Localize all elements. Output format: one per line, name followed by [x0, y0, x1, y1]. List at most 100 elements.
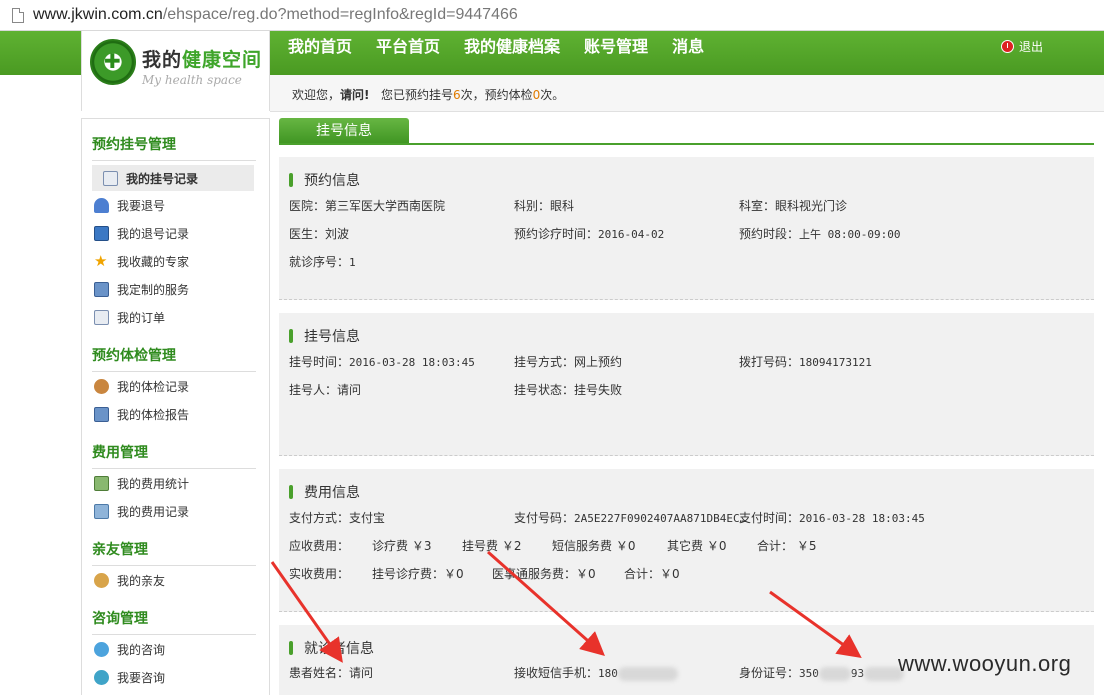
- sidebar-item-my-registrations[interactable]: 我的挂号记录: [92, 165, 254, 191]
- sidebar-group-exam: 预约体检管理: [92, 331, 256, 372]
- due-item: 短信服务费 ￥0: [552, 539, 636, 553]
- sidebar-item-label: 我收藏的专家: [117, 254, 190, 269]
- tab-underline: [279, 143, 1094, 145]
- welcome-text3: 次。: [540, 88, 565, 102]
- sidebar-item-label: 我的退号记录: [117, 226, 190, 241]
- reg-status-field: 挂号状态：挂号失败: [514, 383, 623, 397]
- welcome-text1: 您已预约挂号: [380, 88, 453, 102]
- edit-icon: [94, 309, 109, 325]
- star-icon: ★: [94, 251, 108, 270]
- sidebar-item-label: 我的体检报告: [117, 407, 190, 422]
- pay-no-field: 支付号码：2A5E227F0902407AA871DB4EC…: [514, 511, 747, 525]
- section-title: 挂号信息: [289, 326, 360, 346]
- nav-account[interactable]: 账号管理: [584, 36, 648, 58]
- reg-method-field: 挂号方式：网上预约: [514, 355, 623, 369]
- sms-phone-field: 接收短信手机：180: [514, 664, 678, 681]
- monitor-icon: [94, 225, 109, 241]
- welcome-bar: 欢迎您，请问! 您已预约挂号6次，预约体检0次。: [270, 75, 1104, 112]
- section-title: 预约信息: [289, 170, 360, 190]
- nav-health-records[interactable]: 我的健康档案: [464, 36, 560, 58]
- sidebar-item-label: 我的费用记录: [117, 504, 190, 519]
- reg-person-field: 挂号人：请问: [289, 383, 362, 397]
- reg-time-field: 挂号时间：2016-03-28 18:03:45: [289, 355, 475, 369]
- friends-icon: [94, 572, 109, 588]
- bullet-bar-icon: [289, 173, 293, 187]
- logout-button[interactable]: 退出: [1001, 38, 1043, 55]
- search-icon: [94, 669, 109, 685]
- redacted-block: [818, 666, 851, 681]
- nav-my-home[interactable]: 我的首页: [288, 36, 352, 58]
- sidebar-item-my-consults[interactable]: 我的咨询: [82, 635, 269, 663]
- bullet-bar-icon: [289, 485, 293, 499]
- sidebar-item-orders[interactable]: 我的订单: [82, 303, 269, 331]
- watermark: www.wooyun.org: [898, 651, 1072, 676]
- hospital-field: 医院：第三军医大学西南医院: [289, 199, 446, 213]
- seq-field: 就诊序号：1: [289, 255, 356, 269]
- sidebar-item-family[interactable]: 我的亲友: [82, 566, 269, 594]
- sidebar-item-favorites[interactable]: ★ 我收藏的专家: [82, 247, 269, 275]
- user-icon: [94, 378, 109, 394]
- sidebar-item-fee-stats[interactable]: 我的费用统计: [82, 469, 269, 497]
- nav-platform-home[interactable]: 平台首页: [376, 36, 440, 58]
- sidebar-item-label: 我要咨询: [117, 670, 166, 685]
- sidebar-group-fees: 费用管理: [92, 428, 256, 469]
- sidebar-item-exam-reports[interactable]: 我的体检报告: [82, 400, 269, 428]
- user-name: 请问!: [340, 88, 370, 102]
- nav-messages[interactable]: 消息: [672, 36, 704, 58]
- welcome-prefix: 欢迎您，: [292, 88, 341, 102]
- appointment-section: 预约信息 医院：第三军医大学西南医院 科别：眼科 科室：眼科视光门诊 医生：刘波…: [279, 157, 1094, 300]
- chart-icon: [94, 475, 109, 491]
- paid-total: 合计：￥0: [624, 567, 680, 581]
- bullet-bar-icon: [289, 329, 293, 343]
- person-icon: [94, 197, 109, 213]
- edit-icon: [103, 170, 118, 186]
- due-item: 其它费 ￥0: [667, 539, 727, 553]
- pay-time-field: 支付时间：2016-03-28 18:03:45: [739, 511, 925, 525]
- pay-method-field: 支付方式：支付宝: [289, 511, 386, 525]
- sidebar-item-label: 我的咨询: [117, 642, 166, 657]
- paid-item: 医事通服务费：￥0: [492, 567, 596, 581]
- phone-field: 拨打号码：18094173121: [739, 355, 872, 369]
- sidebar-item-cancel[interactable]: 我要退号: [82, 191, 269, 219]
- due-total: 合计： ￥5: [757, 539, 817, 553]
- url-text[interactable]: www.jkwin.com.cn/ehspace/reg.do?method=r…: [33, 6, 518, 24]
- sidebar-item-label: 我的费用统计: [117, 476, 190, 491]
- sidebar-item-label: 我的亲友: [117, 573, 166, 588]
- logo-subtitle: My health space: [142, 73, 242, 87]
- due-label: 应收费用：: [289, 539, 350, 553]
- site-logo[interactable]: 我的健康空间 My health space: [81, 31, 270, 111]
- chat-icon: [94, 641, 109, 657]
- slot-field: 预约时段：上午 08:00-09:00: [739, 227, 901, 241]
- section-title: 就诊者信息: [289, 638, 374, 658]
- power-icon: [1001, 40, 1014, 53]
- sidebar-item-label: 我的体检记录: [117, 379, 190, 394]
- date-field: 预约诊疗时间：2016-04-02: [514, 227, 665, 241]
- sidebar-item-ask[interactable]: 我要咨询: [82, 663, 269, 691]
- paid-item: 挂号诊疗费：￥0: [372, 567, 464, 581]
- section-title-text: 费用信息: [304, 485, 360, 501]
- section-title: 费用信息: [289, 482, 360, 502]
- sidebar-item-label: 我的订单: [117, 310, 166, 325]
- sidebar-item-cancel-records[interactable]: 我的退号记录: [82, 219, 269, 247]
- id-card-icon: [94, 281, 109, 297]
- reg-count: 6: [452, 88, 461, 102]
- logo-title: 我的健康空间: [142, 49, 263, 71]
- sidebar-item-exam-records[interactable]: 我的体检记录: [82, 372, 269, 400]
- sidebar-item-services[interactable]: 我定制的服务: [82, 275, 269, 303]
- due-item: 诊疗费 ￥3: [372, 539, 432, 553]
- sidebar-item-fee-records[interactable]: 我的费用记录: [82, 497, 269, 525]
- tab-registration-info[interactable]: 挂号信息: [279, 118, 409, 144]
- fee-section: 费用信息 支付方式：支付宝 支付号码：2A5E227F0902407AA871D…: [279, 469, 1094, 612]
- address-bar[interactable]: www.jkwin.com.cn/ehspace/reg.do?method=r…: [0, 0, 1104, 31]
- logout-label: 退出: [1019, 40, 1044, 54]
- room-field: 科室：眼科视光门诊: [739, 199, 848, 213]
- patient-name-field: 患者姓名：请问: [289, 666, 374, 680]
- map-icon: [94, 503, 109, 519]
- top-nav: 我的首页 平台首页 我的健康档案 账号管理 消息: [288, 36, 728, 58]
- registration-section: 挂号信息 挂号时间：2016-03-28 18:03:45 挂号方式：网上预约 …: [279, 313, 1094, 456]
- section-title-text: 挂号信息: [304, 329, 360, 345]
- id-number-field: 身份证号：350 93: [739, 664, 905, 681]
- sidebar: 预约挂号管理 我的挂号记录 我要退号 我的退号记录 ★ 我收藏的专家 我定制的服务…: [81, 118, 270, 695]
- sidebar-item-label: 我定制的服务: [117, 282, 190, 297]
- paid-label: 实收费用：: [289, 567, 350, 581]
